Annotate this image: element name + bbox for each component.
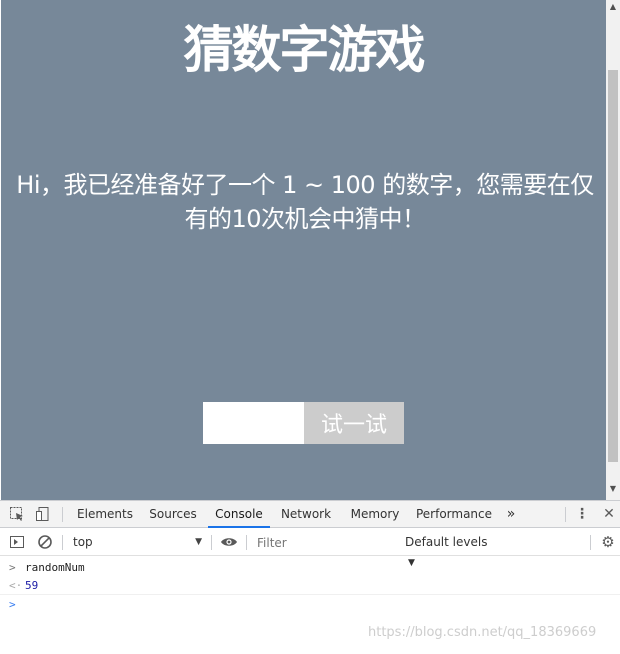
sidebar-toggle-icon[interactable] [8,533,26,551]
toolbar-divider [565,507,566,522]
close-icon[interactable]: ✕ [600,505,618,523]
game-intro-text: Hi，我已经准备好了一个 1 ~ 100 的数字，您需要在仅有的10次机会中猜中… [16,171,594,233]
dropdown-caret-icon: ▼ [195,537,202,547]
scroll-thumb[interactable] [608,70,618,462]
result-arrow-icon: <· [9,579,23,592]
guess-submit-button[interactable]: 试一试 [304,402,404,444]
page-scrollbar[interactable]: ▲ ▼ [606,0,620,500]
context-value: top [73,535,93,549]
tab-console[interactable]: Console [208,501,270,528]
inspect-element-icon[interactable] [8,505,26,523]
toolbar-divider [62,507,63,522]
console-command: randomNum [25,561,85,574]
page-title: 猜数字游戏 [183,21,426,79]
toolbar-divider [62,535,63,550]
context-select[interactable]: top ▼ [68,533,206,552]
toolbar-divider [246,535,247,550]
tab-performance[interactable]: Performance [413,501,495,528]
device-toolbar-icon[interactable] [34,505,52,523]
console-input-line: > randomNum [0,558,620,577]
log-levels-select[interactable]: Default levels ▼ [405,533,500,568]
devtools-tabbar: Elements Sources Console Network Memory … [0,501,620,528]
prompt-chevron-icon: > [9,598,16,611]
console-toolbar: top ▼ Default levels ▼ ⚙ [0,529,620,568]
game-page: 猜数字游戏 Hi，我已经准备好了一个 1 ~ 100 的数字，您需要在仅有的10… [1,0,606,500]
tab-elements[interactable]: Elements [72,501,138,528]
toolbar-divider [590,535,591,550]
tab-memory[interactable]: Memory [343,501,407,528]
filter-input[interactable] [253,534,397,552]
live-expression-eye-icon[interactable] [220,533,238,551]
console-result-value: 59 [25,579,39,592]
guess-input[interactable] [203,402,304,444]
kebab-menu-icon[interactable]: ⋮ [573,505,591,523]
console-prompt-line[interactable]: > [0,595,620,614]
console-settings-gear-icon[interactable]: ⚙ [599,533,617,551]
input-chevron-icon: > [9,561,16,574]
log-levels-label: Default levels [405,535,488,549]
scroll-down-icon[interactable]: ▼ [606,482,620,496]
browser-viewport: 猜数字游戏 Hi，我已经准备好了一个 1 ~ 100 的数字，您需要在仅有的10… [0,0,620,500]
tab-sources[interactable]: Sources [142,501,204,528]
toolbar-divider [211,535,212,550]
scroll-up-icon[interactable]: ▲ [606,0,620,14]
console-result-line: <· 59 [0,576,620,595]
clear-console-icon[interactable] [36,533,54,551]
more-tabs-icon[interactable]: » [500,501,522,528]
watermark-text: https://blog.csdn.net/qq_18369669 [368,625,597,640]
tab-network[interactable]: Network [274,501,338,528]
